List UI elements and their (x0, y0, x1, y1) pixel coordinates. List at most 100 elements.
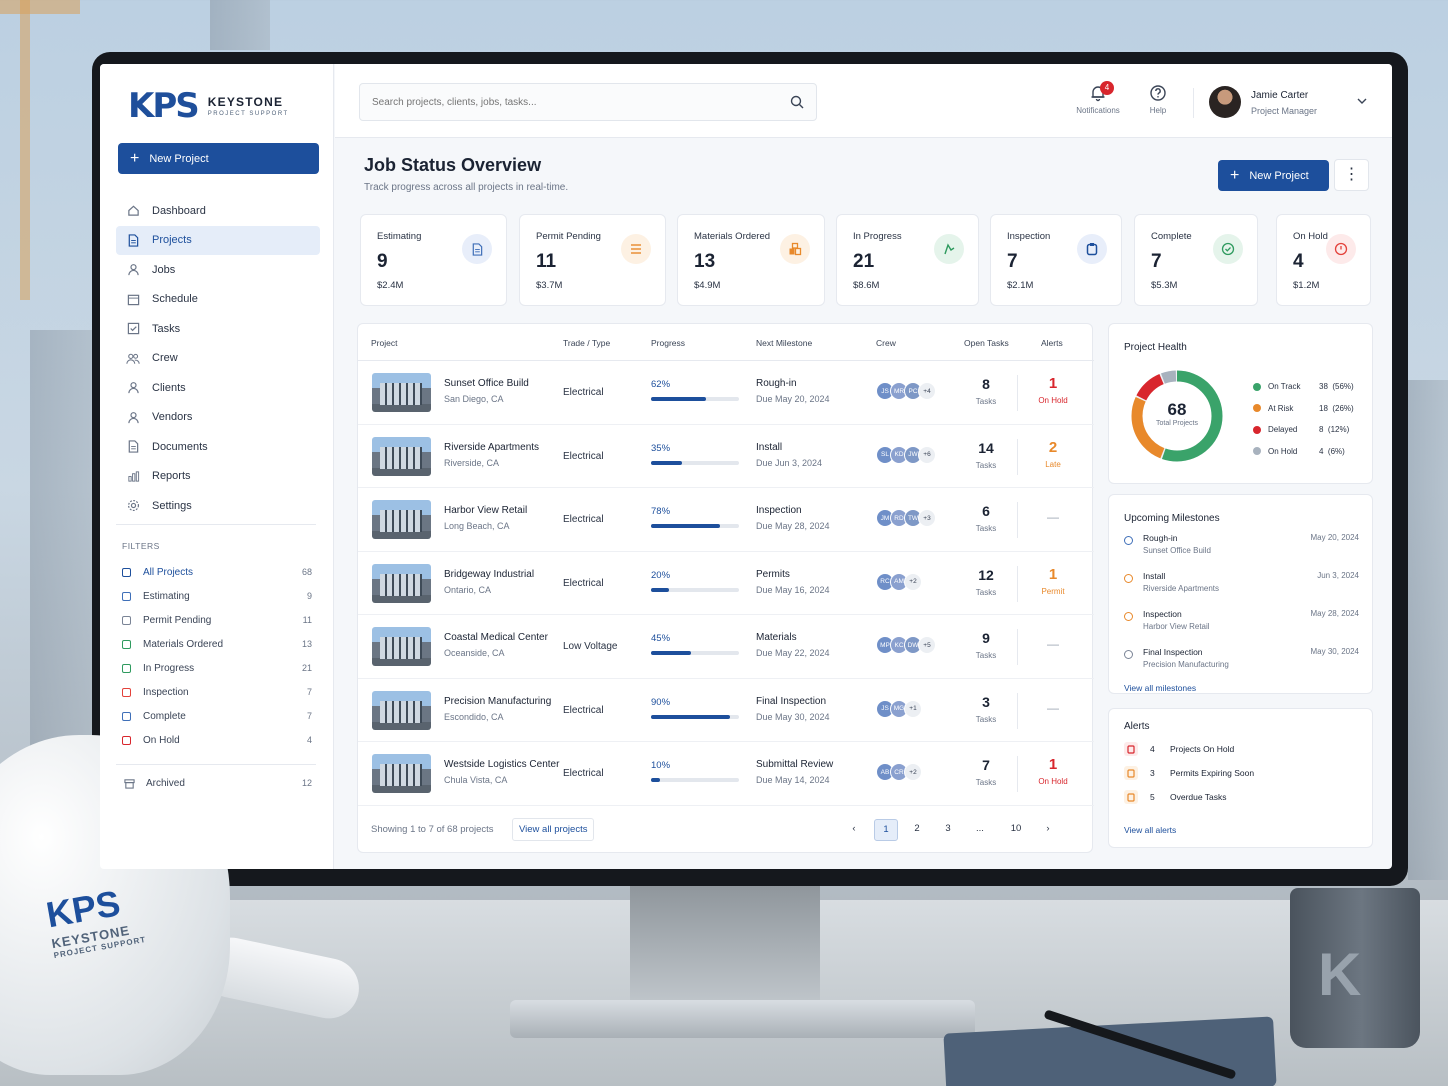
stat-card-on-hold[interactable]: On Hold 4 $1.2M (1276, 214, 1371, 306)
crane-mast (20, 0, 30, 300)
view-all-milestones-link[interactable]: View all milestones (1124, 683, 1196, 693)
alert-item[interactable]: 3 Permits Expiring Soon (1124, 766, 1359, 780)
sidebar-item-reports[interactable]: Reports (116, 462, 320, 492)
view-all-projects-link[interactable]: View all projects (512, 818, 595, 841)
filter-all-projects[interactable]: All Projects 68 (122, 560, 312, 584)
sidebar-item-documents[interactable]: Documents (116, 432, 320, 462)
sidebar-item-projects[interactable]: Projects (116, 225, 320, 255)
alert-item[interactable]: 5 Overdue Tasks (1124, 790, 1359, 804)
open-tasks-count[interactable]: 12 (966, 567, 1006, 583)
pagination-page-button[interactable]: 1 (874, 819, 898, 841)
crew-more-count[interactable]: +2 (904, 763, 922, 781)
crew-more-count[interactable]: +2 (904, 572, 922, 591)
alert-item[interactable]: 4 Projects On Hold (1124, 742, 1359, 756)
brand-logo[interactable]: KPS KEYSTONE PROJECT SUPPORT (128, 86, 289, 126)
alert-count[interactable]: 2 (1028, 439, 1078, 456)
filter-estimating[interactable]: Estimating 9 (122, 584, 312, 608)
crew-more-count[interactable]: +6 (918, 445, 936, 464)
open-tasks-count[interactable]: 14 (966, 440, 1006, 456)
user-name[interactable]: Jamie Carter (1251, 90, 1308, 101)
filter-in-progress[interactable]: In Progress 21 (122, 656, 312, 680)
chevron-down-icon[interactable] (1357, 97, 1367, 105)
new-project-button[interactable]: + New Project (1218, 160, 1329, 191)
filter-inspection[interactable]: Inspection 7 (122, 680, 312, 704)
open-tasks-count[interactable]: 3 (966, 694, 1006, 710)
sidebar-item-dashboard[interactable]: Dashboard (116, 196, 320, 226)
pagination-page-button[interactable]: 2 (905, 819, 929, 841)
crew-more-count[interactable]: +5 (918, 636, 936, 654)
open-tasks-count[interactable]: 6 (966, 503, 1006, 519)
filter-status-icon (122, 735, 131, 745)
column-header-trade[interactable]: Trade / Type (563, 338, 610, 348)
view-all-alerts-link[interactable]: View all alerts (1124, 825, 1176, 835)
project-name[interactable]: Sunset Office Build (444, 378, 529, 389)
pagination-prev-button[interactable]: ‹ (842, 819, 866, 841)
filter-materials-ordered[interactable]: Materials Ordered 13 (122, 632, 312, 656)
filter-complete[interactable]: Complete 7 (122, 704, 312, 728)
filter-permit-pending[interactable]: Permit Pending 11 (122, 608, 312, 632)
column-header-alerts[interactable]: Alerts (1041, 338, 1063, 348)
stat-card-materials-ordered[interactable]: Materials Ordered 13 $4.9M (677, 214, 825, 306)
legend-item[interactable]: On Track 38 (56%) (1253, 382, 1363, 391)
help-button[interactable]: Help (1143, 84, 1173, 115)
column-header-progress[interactable]: Progress (651, 338, 685, 348)
user-avatar[interactable] (1209, 86, 1241, 118)
sidebar-item-crew[interactable]: Crew (116, 344, 320, 374)
pagination-page-button[interactable]: 3 (936, 819, 960, 841)
sidebar-item-clients[interactable]: Clients (116, 373, 320, 403)
table-row[interactable]: Precision Manufacturing Escondido, CA El… (358, 679, 1094, 742)
alert-count[interactable]: 1 (1028, 566, 1078, 583)
stat-card-complete[interactable]: Complete 7 $5.3M (1134, 214, 1258, 306)
alert-count[interactable]: 1 (1028, 756, 1078, 773)
project-name[interactable]: Westside Logistics Center (444, 759, 559, 770)
sidebar-item-settings[interactable]: Settings (116, 491, 320, 521)
filter-status-icon (122, 687, 131, 697)
project-name[interactable]: Bridgeway Industrial (444, 569, 534, 580)
legend-item[interactable]: Delayed 8 (12%) (1253, 425, 1363, 434)
pagination-page-button[interactable]: 10 (1004, 819, 1028, 841)
column-header-project[interactable]: Project (371, 338, 397, 348)
project-name[interactable]: Riverside Apartments (444, 442, 539, 453)
project-name[interactable]: Precision Manufacturing (444, 696, 551, 707)
alert-count[interactable]: 1 (1028, 375, 1078, 392)
column-header-open-tasks[interactable]: Open Tasks (964, 338, 1009, 348)
legend-item[interactable]: At Risk 18 (26%) (1253, 404, 1363, 413)
open-tasks-count[interactable]: 9 (966, 630, 1006, 646)
search-icon[interactable] (790, 95, 804, 109)
table-row[interactable]: Coastal Medical Center Oceanside, CA Low… (358, 615, 1094, 679)
project-name[interactable]: Harbor View Retail (444, 505, 527, 516)
sidebar-item-archived[interactable]: Archived 12 (122, 776, 312, 790)
sidebar-item-jobs[interactable]: Jobs (116, 255, 320, 285)
stat-card-in-progress[interactable]: In Progress 21 $8.6M (836, 214, 979, 306)
legend-item[interactable]: On Hold 4 (6%) (1253, 447, 1363, 456)
open-tasks-count[interactable]: 8 (966, 376, 1006, 392)
crew-more-count[interactable]: +1 (904, 699, 922, 718)
sidebar-item-schedule[interactable]: Schedule (116, 285, 320, 315)
sidebar-item-vendors[interactable]: Vendors (116, 403, 320, 433)
search-input[interactable] (360, 84, 760, 120)
stat-label: Complete (1151, 231, 1192, 242)
pagination-next-button[interactable]: › (1036, 819, 1060, 841)
sidebar-divider (116, 764, 316, 765)
stat-card-inspection[interactable]: Inspection 7 $2.1M (990, 214, 1122, 306)
stat-card-permit-pending[interactable]: Permit Pending 11 $3.7M (519, 214, 666, 306)
project-name[interactable]: Coastal Medical Center (444, 632, 548, 643)
table-row[interactable]: Riverside Apartments Riverside, CA Elect… (358, 425, 1094, 488)
table-row[interactable]: Westside Logistics Center Chula Vista, C… (358, 742, 1094, 806)
sidebar-item-tasks[interactable]: Tasks (116, 314, 320, 344)
sidebar-new-project-button[interactable]: + New Project (118, 143, 319, 174)
crew-avatars: JS MR PC +4 (876, 382, 936, 400)
filter-on-hold[interactable]: On Hold 4 (122, 728, 312, 752)
table-row[interactable]: Bridgeway Industrial Ontario, CA Electri… (358, 552, 1094, 615)
crew-more-count[interactable]: +4 (918, 382, 936, 400)
table-row[interactable]: Sunset Office Build San Diego, CA Electr… (358, 361, 1094, 425)
column-header-milestone[interactable]: Next Milestone (756, 338, 812, 348)
project-location: Chula Vista, CA (444, 775, 508, 785)
more-options-button[interactable]: ⋮ (1334, 159, 1369, 191)
open-tasks-count[interactable]: 7 (966, 757, 1006, 773)
crew-more-count[interactable]: +3 (918, 509, 936, 527)
column-header-crew[interactable]: Crew (876, 338, 896, 348)
notifications-button[interactable]: 4 Notifications (1068, 81, 1128, 115)
stat-card-estimating[interactable]: Estimating 9 $2.4M (360, 214, 507, 306)
table-row[interactable]: Harbor View Retail Long Beach, CA Electr… (358, 488, 1094, 552)
